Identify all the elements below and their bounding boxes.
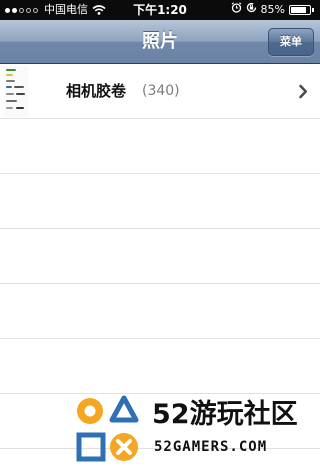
thumb-line (16, 93, 25, 95)
battery-fill (291, 7, 307, 13)
battery-icon (289, 5, 314, 15)
battery-percent: 85% (260, 3, 285, 16)
album-thumbnail (4, 66, 28, 117)
navigation-bar: 照片 菜单 (0, 20, 320, 64)
thumb-line (16, 107, 24, 109)
thumb-line (6, 69, 16, 71)
status-bar: 中国电信 下午1:20 85% (0, 0, 320, 20)
album-name: 相机胶卷 (66, 82, 127, 100)
watermark-subtitle: 52GAMERS.COM (154, 439, 268, 455)
watermark: 52游玩社区 52GAMERS.COM (72, 390, 320, 473)
battery-tip (312, 8, 314, 12)
album-count: (340) (142, 83, 180, 99)
thumb-line (6, 93, 14, 95)
thumb-line (6, 107, 13, 109)
lock-rotation-icon (246, 0, 257, 20)
album-row-camera-roll[interactable]: 相机胶卷 (340) (0, 64, 320, 119)
battery-body (289, 5, 311, 15)
thumb-line (6, 74, 13, 76)
menu-button[interactable]: 菜单 (268, 28, 314, 56)
watermark-title: 52游玩社区 (152, 399, 298, 430)
gamers-logo-icon (76, 395, 139, 462)
chevron-right-icon (299, 84, 308, 99)
thumb-line (6, 100, 17, 102)
alarm-icon (231, 0, 242, 20)
thumb-line (14, 86, 24, 88)
thumb-line (6, 80, 15, 82)
thumb-line (6, 86, 12, 88)
status-right: 85% (231, 0, 314, 20)
